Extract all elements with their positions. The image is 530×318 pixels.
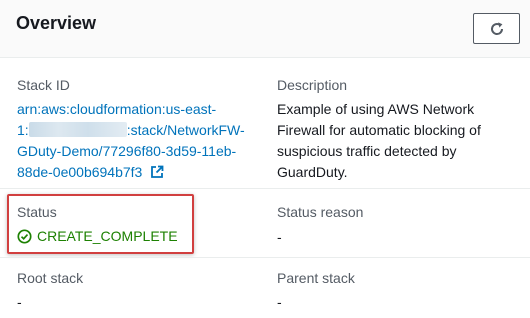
stack-id-label: Stack ID — [17, 77, 70, 93]
refresh-icon — [490, 21, 503, 35]
root-stack-value: - — [17, 294, 22, 310]
section-divider — [0, 188, 530, 189]
external-link-icon[interactable] — [150, 165, 164, 179]
section-divider — [0, 257, 530, 258]
stack-id-line-4: 88de-0e00b694b7f3 — [17, 164, 143, 180]
description-line-2: Firewall for automatic blocking of — [277, 122, 481, 138]
parent-stack-value: - — [277, 294, 282, 310]
stack-id-line-2-prefix: 1: — [17, 122, 29, 138]
description-line-3: suspicious traffic detected by — [277, 143, 457, 159]
description-line-1: Example of using AWS Network — [277, 101, 475, 117]
refresh-button[interactable] — [473, 13, 520, 44]
stack-id-line-1: arn:aws:cloudformation:us-east- — [17, 101, 217, 117]
description-line-4: GuardDuty. — [277, 164, 348, 180]
page-title: Overview — [16, 13, 97, 33]
description-value: Example of using AWS Network Firewall fo… — [277, 99, 522, 183]
stack-id-link[interactable]: arn:aws:cloudformation:us-east- 1: :stack… — [17, 101, 245, 180]
status-reason-label: Status reason — [277, 204, 364, 220]
description-label: Description — [277, 77, 348, 93]
redacted-account-id — [28, 122, 127, 137]
stack-id-line-3: GDuty-Demo/77296f80-3d59-11eb- — [17, 143, 237, 159]
root-stack-label: Root stack — [17, 270, 84, 286]
status-reason-value: - — [277, 229, 282, 245]
status-highlight-box — [7, 194, 194, 254]
overview-header: Overview — [0, 0, 530, 58]
stack-id-line-2-suffix: :stack/NetworkFW- — [126, 122, 245, 138]
parent-stack-label: Parent stack — [277, 270, 355, 286]
stack-id-value: arn:aws:cloudformation:us-east- 1: :stack… — [17, 99, 267, 183]
